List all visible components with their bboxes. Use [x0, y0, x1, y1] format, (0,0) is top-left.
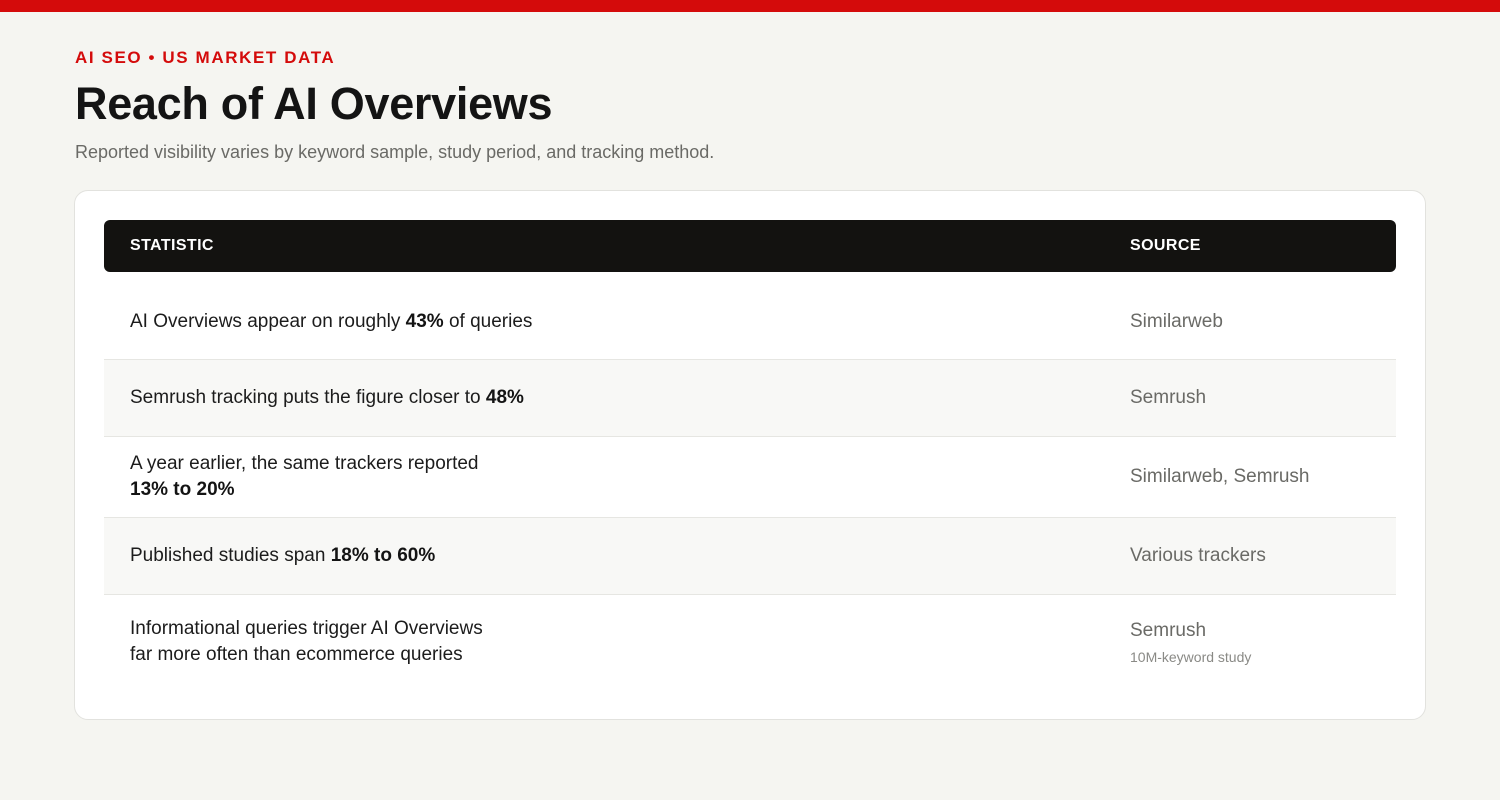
page-subtitle: Reported visibility varies by keyword sa…	[75, 142, 715, 162]
source-cell: Semrush	[1130, 387, 1207, 408]
source-cell: Similarweb, Semrush	[1130, 466, 1310, 487]
table-body: AI Overviews appear on roughly 43% of qu…	[104, 284, 1396, 689]
table-row: Published studies span 18% to 60% Variou…	[104, 518, 1396, 595]
source-cell: Similarweb	[1130, 310, 1223, 332]
statistic-cell: Semrush tracking puts the figure closer …	[104, 385, 1130, 411]
source-note: 10M-keyword study	[1130, 649, 1252, 665]
statistic-text: Published studies span	[130, 545, 331, 566]
column-header-source: SOURCE	[1130, 237, 1201, 254]
statistic-text: AI Overviews appear on roughly	[130, 310, 406, 332]
table-row: A year earlier, the same trackers report…	[104, 437, 1396, 518]
statistic-cell: AI Overviews appear on roughly 43% of qu…	[104, 309, 1130, 335]
table-header: STATISTIC SOURCE	[104, 220, 1396, 272]
column-header-statistic: STATISTIC	[130, 237, 214, 254]
source-cell: Semrush 10M-keyword study	[1130, 618, 1396, 666]
data-table-card: STATISTIC SOURCE AI Overviews appear on …	[74, 190, 1426, 720]
table-row: Semrush tracking puts the figure closer …	[104, 360, 1396, 437]
statistic-highlight: 18% to 60%	[330, 545, 436, 566]
statistic-highlight: 43%	[405, 310, 444, 332]
page-title: Reach of AI Overviews	[75, 78, 553, 129]
table-row: Informational queries trigger AI Overvie…	[104, 595, 1396, 689]
statistic-text: Informational queries trigger AI Overvie…	[130, 618, 483, 639]
eyebrow-label: AI SEO • US MARKET DATA	[75, 48, 336, 67]
source-cell: Various trackers	[1130, 545, 1266, 566]
statistic-cell: Informational queries trigger AI Overvie…	[104, 616, 1130, 668]
statistic-cell: A year earlier, the same trackers report…	[104, 451, 1130, 503]
statistic-highlight: 48%	[485, 387, 524, 408]
top-accent-bar	[0, 0, 1500, 12]
statistic-cell: Published studies span 18% to 60%	[104, 543, 1130, 569]
table-row: AI Overviews appear on roughly 43% of qu…	[104, 284, 1396, 360]
statistic-text: Semrush tracking puts the figure closer …	[130, 387, 486, 408]
statistic-text: of queries	[443, 310, 533, 332]
source-name: Semrush	[1130, 620, 1207, 641]
statistic-text: A year earlier, the same trackers report…	[130, 453, 479, 474]
statistic-highlight: 13% to 20%	[130, 479, 235, 500]
page-header: AI SEO • US MARKET DATA Reach of AI Over…	[75, 48, 1425, 163]
statistic-text: far more often than ecommerce queries	[130, 644, 463, 665]
